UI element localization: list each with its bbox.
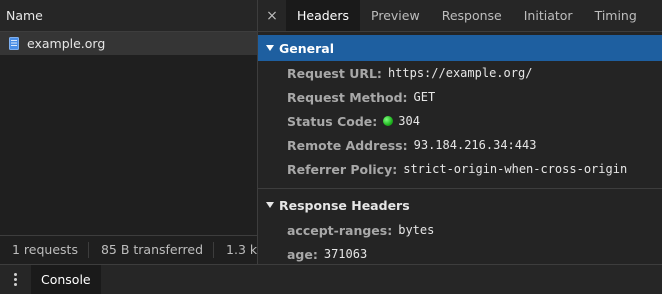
- request-name: example.org: [27, 36, 106, 51]
- general-section-header[interactable]: General: [258, 35, 662, 61]
- response-headers-section-header[interactable]: Response Headers: [258, 192, 662, 218]
- drawer-tabbar: Console: [0, 264, 662, 294]
- tab-console[interactable]: Console: [31, 265, 101, 294]
- header-key: Remote Address:: [287, 137, 408, 153]
- section-divider: [258, 188, 662, 189]
- tab-response[interactable]: Response: [431, 0, 513, 31]
- name-column-label: Name: [6, 8, 43, 23]
- more-options-icon[interactable]: [0, 273, 31, 286]
- header-value[interactable]: 371063: [324, 247, 367, 261]
- close-icon[interactable]: ×: [258, 0, 286, 31]
- header-key: age:: [287, 246, 318, 262]
- tab-timing[interactable]: Timing: [584, 0, 648, 31]
- header-value[interactable]: strict-origin-when-cross-origin: [403, 162, 627, 176]
- document-icon: [9, 37, 19, 50]
- network-status-bar: 1 requests 85 B transferred 1.3 kB re: [0, 235, 257, 264]
- name-column-header[interactable]: Name: [0, 0, 257, 32]
- response-headers-title: Response Headers: [279, 197, 410, 213]
- header-key: Status Code:: [287, 113, 378, 129]
- header-value[interactable]: GET: [414, 90, 436, 104]
- header-key: Request Method:: [287, 89, 408, 105]
- request-row[interactable]: example.org: [0, 32, 257, 55]
- request-method-row: Request Method: GET: [258, 85, 662, 109]
- header-value[interactable]: https://example.org/: [388, 66, 533, 80]
- header-key: Referrer Policy:: [287, 161, 398, 177]
- tab-initiator[interactable]: Initiator: [513, 0, 584, 31]
- request-count: 1 requests: [0, 242, 89, 258]
- request-details-panel: × Headers Preview Response Initiator Tim…: [258, 0, 662, 264]
- status-ok-icon: [383, 116, 394, 126]
- header-value[interactable]: bytes: [398, 223, 434, 237]
- transferred-size: 85 B transferred: [89, 242, 215, 258]
- expand-triangle-icon: [266, 45, 274, 51]
- accept-ranges-row: accept-ranges: bytes: [258, 218, 662, 242]
- expand-triangle-icon: [266, 202, 274, 208]
- general-section-title: General: [279, 40, 334, 56]
- header-value[interactable]: 93.184.216.34:443: [414, 138, 537, 152]
- tab-headers[interactable]: Headers: [286, 0, 361, 31]
- resources-size: 1.3 kB re: [226, 242, 257, 257]
- age-row: age: 371063: [258, 242, 662, 266]
- request-list-panel: Name example.org 1 requests 85 B transfe…: [0, 0, 258, 264]
- status-code-row: Status Code: 304: [258, 109, 662, 133]
- remote-address-row: Remote Address: 93.184.216.34:443: [258, 133, 662, 157]
- header-value[interactable]: 304: [398, 114, 420, 128]
- details-tabbar: × Headers Preview Response Initiator Tim…: [258, 0, 662, 32]
- header-key: accept-ranges:: [287, 222, 393, 238]
- request-url-row: Request URL: https://example.org/: [258, 61, 662, 85]
- referrer-policy-row: Referrer Policy: strict-origin-when-cros…: [258, 157, 662, 181]
- tab-preview[interactable]: Preview: [360, 0, 431, 31]
- header-key: Request URL:: [287, 65, 382, 81]
